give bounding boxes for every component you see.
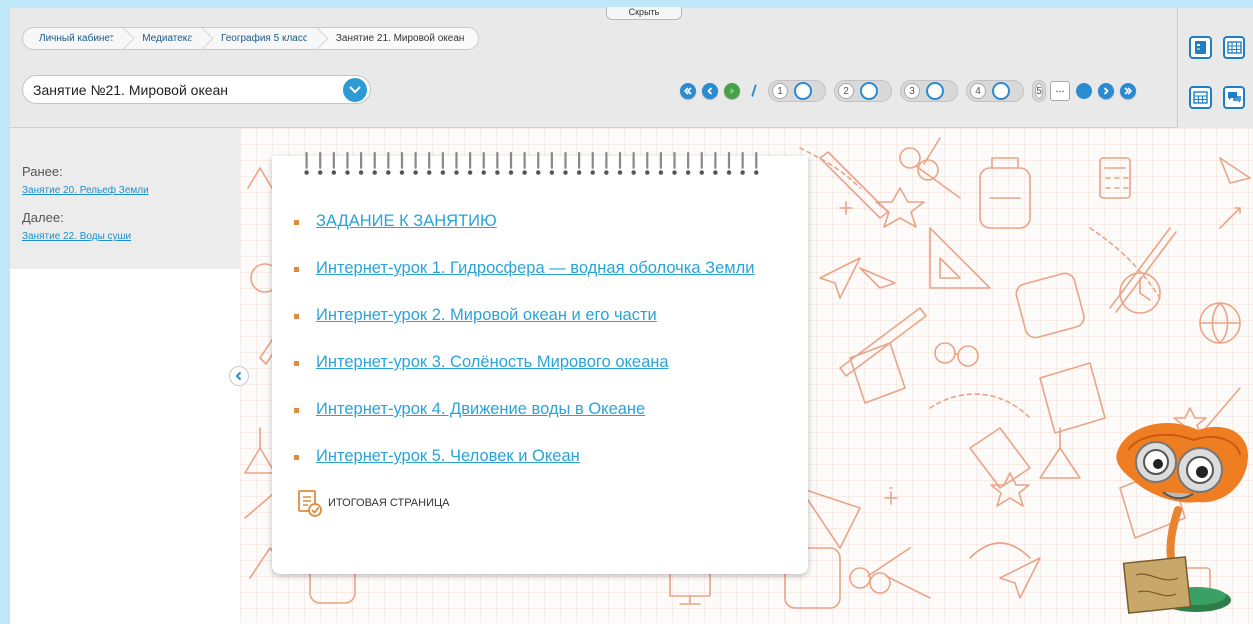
next-label: Далее: <box>22 210 64 225</box>
chevron-left-icon <box>707 87 713 95</box>
step-number: 2 <box>838 83 854 99</box>
list-item: Интернет-урок 4. Движение воды в Океане <box>294 400 754 447</box>
last-page-button[interactable] <box>1120 83 1136 99</box>
next-lesson-link[interactable]: Занятие 22. Воды суши <box>22 231 240 242</box>
more-steps-button[interactable]: ... <box>1050 81 1070 101</box>
lesson-link-4[interactable]: Интернет-урок 4. Движение воды в Океане <box>316 400 645 418</box>
breadcrumb-item-current: Занятие 21. Мировой океан <box>321 28 479 49</box>
grid-icon <box>1226 41 1242 54</box>
schedule-button[interactable] <box>1223 36 1245 59</box>
notebook-spiral-icon <box>304 152 759 175</box>
play-icon <box>730 88 735 94</box>
lesson-nav-panel: Ранее: Занятие 20. Рельеф Земли Далее: З… <box>10 128 240 269</box>
breadcrumb: Личный кабинет Медиатека География 5 кла… <box>22 27 480 50</box>
pencil-icon <box>751 84 757 97</box>
list-item: Интернет-урок 3. Солёность Мирового океа… <box>294 353 754 400</box>
first-page-button[interactable] <box>680 83 696 99</box>
step-5[interactable]: 5 <box>1032 80 1046 102</box>
step-number: 1 <box>772 83 788 99</box>
lesson-notebook: ЗАДАНИЕ К ЗАНЯТИЮ Интернет-урок 1. Гидро… <box>272 152 808 574</box>
journal-icon <box>1195 41 1206 54</box>
step-status-icon <box>794 82 812 100</box>
breadcrumb-item-cabinet[interactable]: Личный кабинет <box>23 28 128 49</box>
prev-lesson-link[interactable]: Занятие 20. Рельеф Земли <box>22 185 240 196</box>
step-status-icon <box>860 82 878 100</box>
final-page-link[interactable]: ИТОГОВАЯ СТРАНИЦА <box>294 488 449 518</box>
assignment-link[interactable]: ЗАДАНИЕ К ЗАНЯТИЮ <box>316 212 497 230</box>
next-page-button[interactable] <box>1098 83 1114 99</box>
collapse-sidebar-button[interactable] <box>229 366 249 386</box>
top-bar: Скрыть Личный кабинет Медиатека Географи… <box>10 7 1253 128</box>
sidebar: Ранее: Занятие 20. Рельеф Земли Далее: З… <box>10 128 240 624</box>
current-page-indicator[interactable] <box>724 83 740 99</box>
table-icon <box>1193 91 1208 104</box>
lesson-list: ЗАДАНИЕ К ЗАНЯТИЮ Интернет-урок 1. Гидро… <box>294 212 754 494</box>
list-item: Интернет-урок 1. Гидросфера — водная обо… <box>294 259 754 306</box>
lesson-select-value: Занятие №21. Мировой океан <box>33 81 229 98</box>
lesson-link-5[interactable]: Интернет-урок 5. Человек и Океан <box>316 447 580 465</box>
step-4[interactable]: 4 <box>966 80 1024 102</box>
step-2[interactable]: 2 <box>834 80 892 102</box>
pencil-button[interactable] <box>746 83 762 99</box>
chevron-left-icon <box>235 371 242 381</box>
breadcrumb-item-course[interactable]: География 5 класс <box>207 28 322 49</box>
lesson-link-2[interactable]: Интернет-урок 2. Мировой океан и его час… <box>316 306 657 324</box>
journal-button[interactable] <box>1189 36 1212 59</box>
chevron-down-icon[interactable] <box>343 77 367 102</box>
robot-mascot-icon <box>1116 422 1248 614</box>
final-page-label: ИТОГОВАЯ СТРАНИЦА <box>328 497 450 509</box>
hide-button[interactable]: Скрыть <box>606 7 682 20</box>
table-button[interactable] <box>1189 86 1212 109</box>
step-number: 3 <box>904 83 920 99</box>
lesson-select[interactable]: Занятие №21. Мировой океан <box>22 75 371 104</box>
step-status-icon <box>992 82 1010 100</box>
step-number: 4 <box>970 83 986 99</box>
lesson-link-3[interactable]: Интернет-урок 3. Солёность Мирового океа… <box>316 353 669 371</box>
double-chevron-right-icon <box>1124 87 1133 95</box>
list-item: Интернет-урок 2. Мировой океан и его час… <box>294 306 754 353</box>
step-3[interactable]: 3 <box>900 80 958 102</box>
prev-label: Ранее: <box>22 164 63 179</box>
list-item: Интернет-урок 5. Человек и Океан <box>294 447 754 494</box>
status-dot <box>1076 83 1092 99</box>
step-number: 5 <box>1035 83 1043 99</box>
messages-button[interactable] <box>1223 86 1245 109</box>
lesson-link-1[interactable]: Интернет-урок 1. Гидросфера — водная обо… <box>316 259 754 277</box>
tool-panel <box>1177 8 1253 128</box>
document-check-icon <box>298 490 322 517</box>
double-chevron-left-icon <box>683 87 692 95</box>
chevron-right-icon <box>1103 87 1109 95</box>
prev-page-button[interactable] <box>702 83 718 99</box>
step-status-icon <box>926 82 944 100</box>
lesson-navigation: 1 2 3 4 5 ... <box>680 80 1142 102</box>
chat-icon <box>1227 92 1241 103</box>
breadcrumb-item-mediateka[interactable]: Медиатека <box>128 28 207 49</box>
step-1[interactable]: 1 <box>768 80 826 102</box>
list-item: ЗАДАНИЕ К ЗАНЯТИЮ <box>294 212 754 259</box>
